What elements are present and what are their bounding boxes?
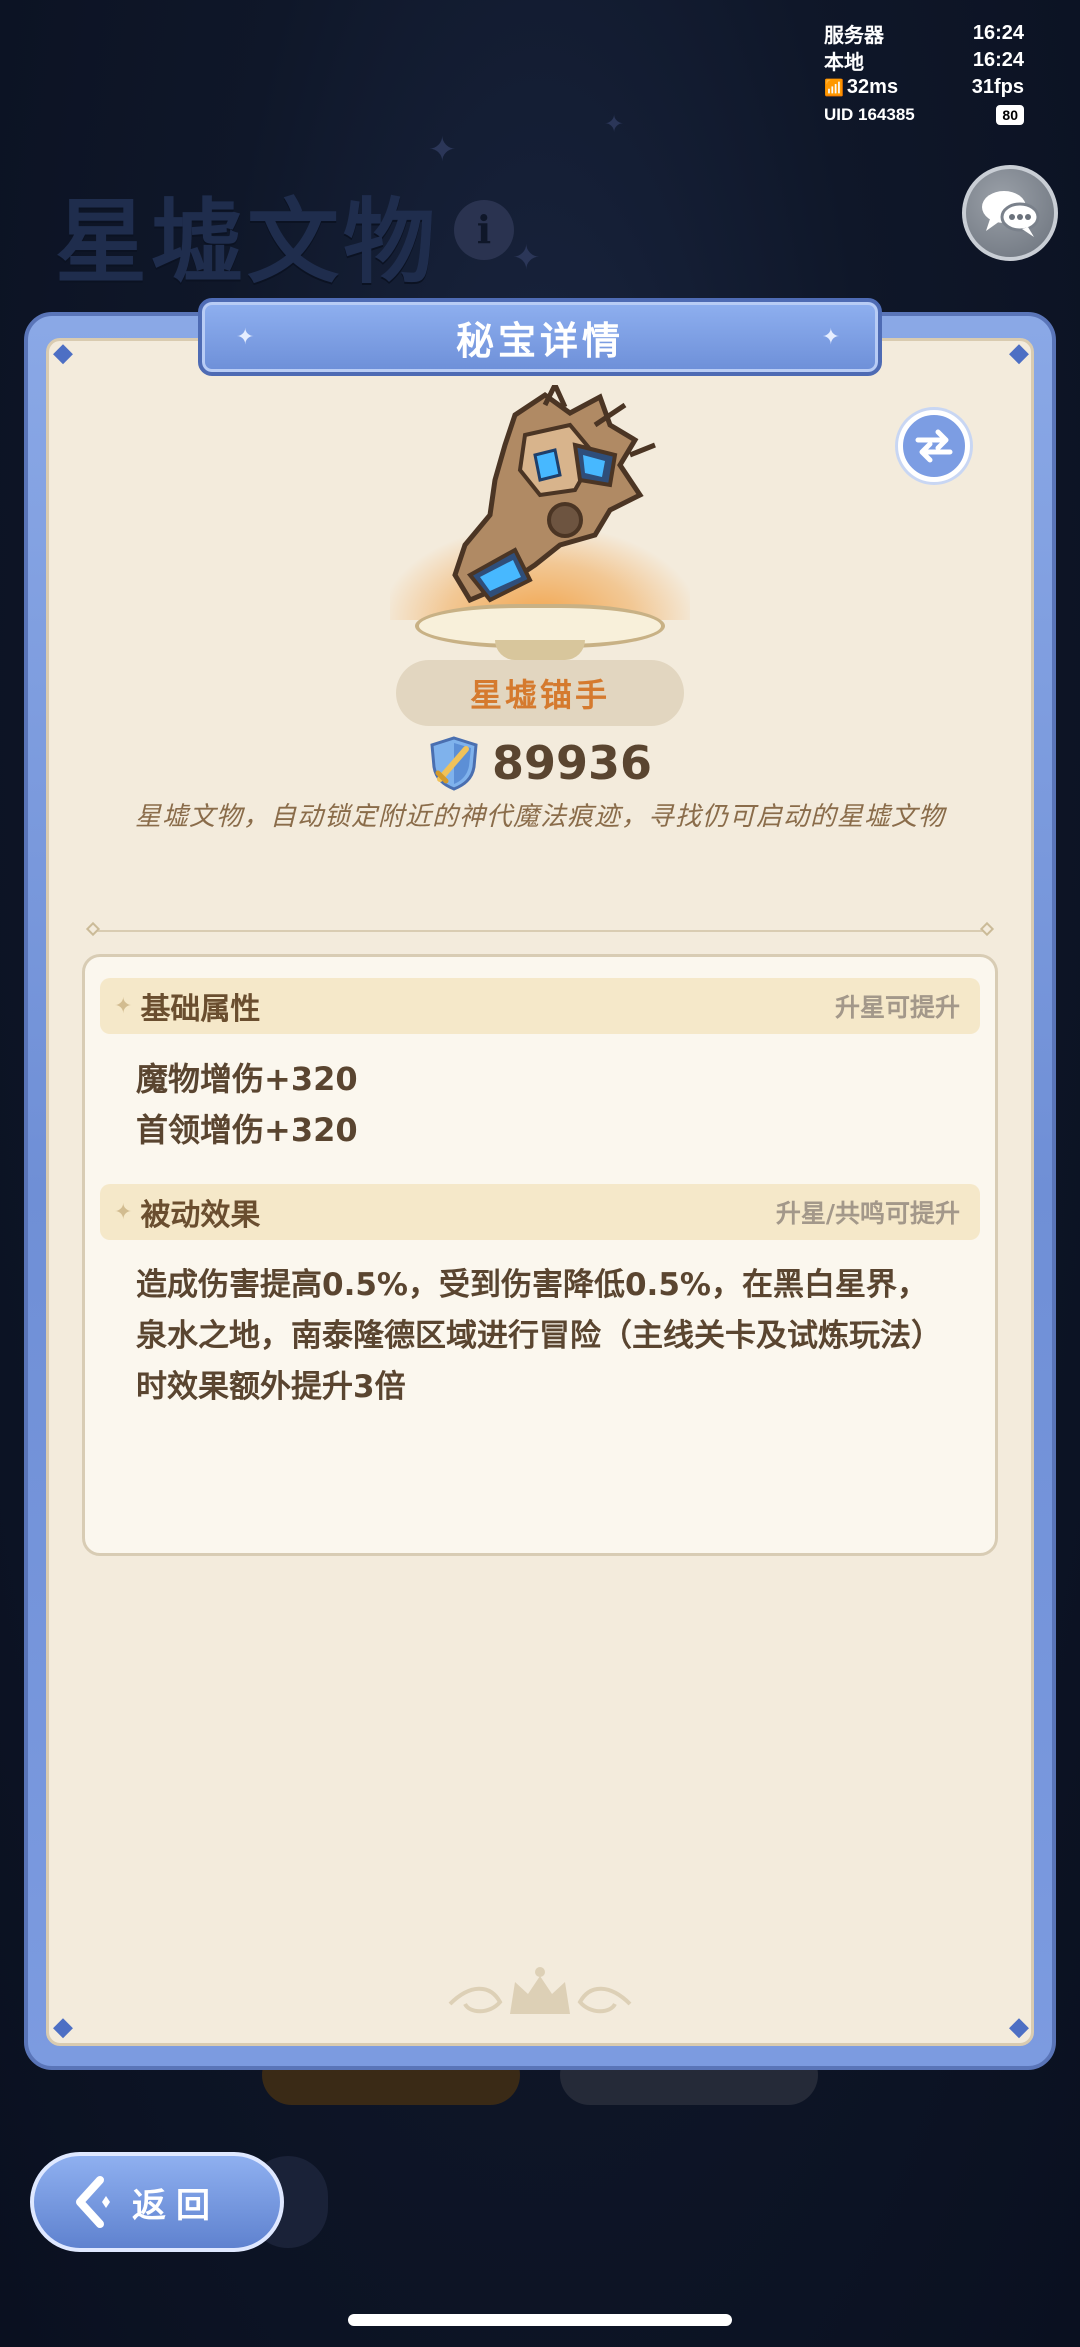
shield-sword-icon — [430, 736, 478, 791]
basic-attributes-title: 基础属性 — [140, 992, 261, 1027]
corner-ornament-icon: ◆ — [1009, 338, 1029, 368]
passive-effect-header: ✦ 被动效果 升星/共鸣可提升 — [100, 1184, 980, 1240]
server-label: 服务器 — [824, 25, 884, 47]
sparkle-icon: ✦ — [821, 324, 844, 350]
attributes-card — [82, 954, 998, 1556]
back-button[interactable]: 返回 — [30, 2152, 284, 2252]
uid-text: UID 164385 — [824, 104, 915, 124]
pedestal-base — [495, 640, 585, 660]
info-icon[interactable]: i — [454, 200, 514, 260]
local-label: 本地 — [824, 52, 864, 74]
back-button-label: 返回 — [132, 2185, 220, 2226]
basic-attributes-hint: 升星可提升 — [834, 993, 960, 1022]
sparkle-icon: ✦ — [114, 993, 133, 1019]
server-time: 16:24 — [972, 22, 1024, 44]
swap-button[interactable] — [898, 410, 970, 482]
battery-indicator: 80 — [996, 104, 1024, 125]
corner-ornament-icon: ◆ — [1009, 2012, 1029, 2042]
fps-value: 31fps — [971, 76, 1024, 98]
home-indicator[interactable] — [348, 2314, 732, 2326]
swap-arrows-icon — [915, 429, 953, 463]
attribute-line: 首领增伤+320 — [136, 1111, 358, 1149]
panel-header: ✦ 秘宝详情 ✦ — [198, 298, 882, 376]
item-name-plate: 星墟锚手 — [396, 660, 684, 726]
passive-effect-title: 被动效果 — [140, 1198, 261, 1233]
basic-attributes-header: ✦ 基础属性 升星可提升 — [100, 978, 980, 1034]
sparkle-icon: ✦ — [114, 1199, 133, 1225]
panel-title: 秘宝详情 — [455, 318, 624, 363]
item-description: 星墟文物，自动锁定附近的神代魔法痕迹，寻找仍可启动的星墟文物 — [134, 802, 945, 832]
chat-button[interactable] — [962, 165, 1058, 261]
corner-ornament-icon: ◆ — [53, 2012, 73, 2042]
status-overlay: 服务器 16:24 本地 16:24 📶 32ms 31fps UID 164385 80 — [824, 20, 1024, 128]
wifi-icon: 📶 — [824, 80, 844, 97]
sparkle-icon: ✦ — [236, 324, 259, 350]
background-page-title: 星墟文物 — [55, 189, 440, 296]
passive-effect-hint: 升星/共鸣可提升 — [775, 1199, 960, 1228]
star-decoration-icon: ✦ — [428, 130, 457, 170]
section-divider — [85, 921, 995, 937]
power-value: 89936 — [492, 736, 653, 790]
star-decoration-icon: ✦ — [604, 110, 625, 138]
cat-ornament-icon — [448, 1967, 632, 2014]
corner-ornament-icon: ◆ — [53, 338, 73, 368]
attribute-line: 魔物增伤+320 — [136, 1060, 358, 1098]
ping-value: 32ms — [846, 76, 899, 98]
item-name: 星墟锚手 — [469, 676, 610, 714]
passive-effect-text: 造成伤害提高0.5%，受到伤害降低0.5%，在黑白星界，泉水之地，南泰隆德区域进… — [136, 1267, 942, 1405]
star-decoration-icon: ✦ — [512, 238, 541, 278]
chat-bubbles-icon — [982, 191, 1040, 237]
power-rating: 89936 — [428, 730, 652, 796]
local-time: 16:24 — [972, 49, 1024, 71]
back-arrow-icon — [76, 2176, 110, 2228]
